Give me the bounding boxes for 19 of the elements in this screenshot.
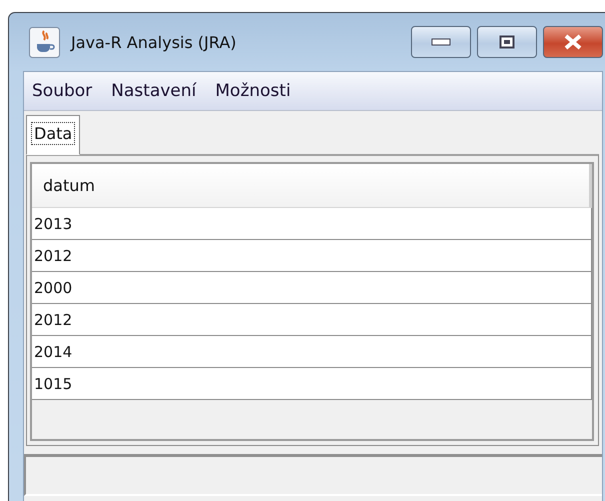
table-cell: 2012: [34, 246, 72, 264]
table-cell: 2013: [34, 214, 72, 232]
coffee-cup-icon: [29, 26, 60, 58]
close-icon: [563, 34, 583, 50]
table-cell: 2014: [34, 342, 72, 360]
table-cell: 2000: [34, 278, 72, 296]
tab[interactable]: Data: [26, 115, 80, 155]
menu-item[interactable]: Soubor: [32, 81, 92, 101]
maximize-button[interactable]: [477, 26, 537, 58]
menu-item[interactable]: Možnosti: [215, 81, 291, 101]
minimize-icon: [431, 38, 451, 46]
maximize-icon: [499, 35, 515, 49]
table-cell: 2012: [34, 310, 72, 328]
column-header[interactable]: datum: [32, 164, 592, 208]
minimize-button[interactable]: [411, 26, 471, 58]
menu-item[interactable]: Nastavení: [111, 81, 196, 101]
window-title: Java-R Analysis (JRA): [71, 32, 238, 52]
close-button[interactable]: [543, 26, 603, 58]
table-cell: 1015: [34, 374, 72, 392]
